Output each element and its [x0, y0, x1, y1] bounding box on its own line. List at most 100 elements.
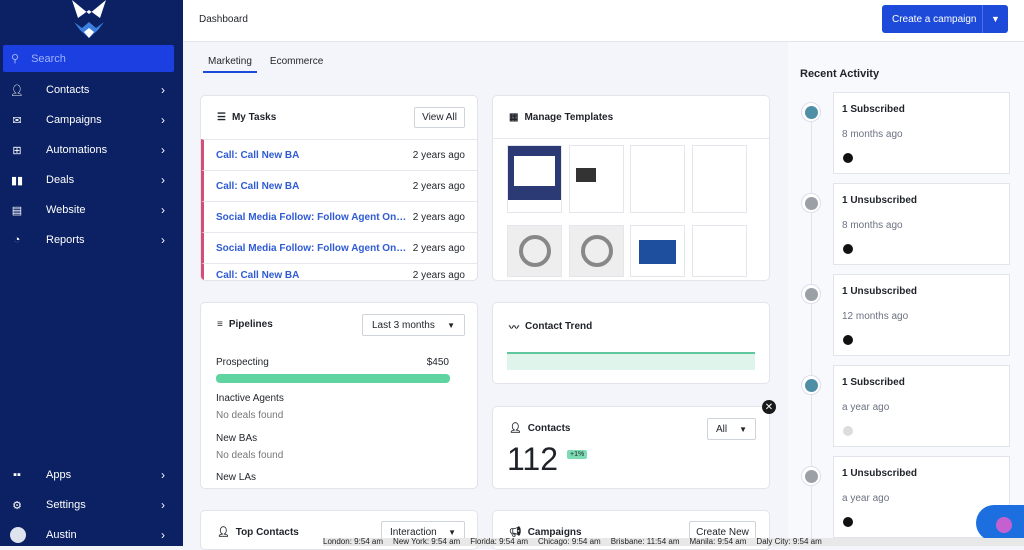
- card-title: Contact Trend: [525, 321, 593, 332]
- task-row[interactable]: Social Media Follow: Follow Agent On S..…: [201, 232, 477, 263]
- clock-item: New York: 9:54 am: [393, 538, 461, 546]
- card-title: Top Contacts: [235, 527, 299, 538]
- chevron-right-icon: ›: [161, 173, 165, 187]
- person-icon: 👤︎: [509, 423, 522, 434]
- task-row[interactable]: Call: Call New BA 2 years ago: [201, 170, 477, 201]
- task-link[interactable]: Social Media Follow: Follow Agent On S..…: [216, 243, 408, 254]
- task-time: 2 years ago: [412, 242, 465, 254]
- template-thumbnail[interactable]: [569, 145, 624, 213]
- task-link[interactable]: Social Media Follow: Follow Agent On S..…: [216, 212, 408, 223]
- activity-time: 8 months ago: [842, 220, 903, 231]
- chevron-right-icon: ›: [161, 233, 165, 247]
- sidebar-item-website[interactable]: ▤ Website ›: [0, 195, 183, 225]
- sidebar-item-automations[interactable]: ⊞ Automations ›: [0, 135, 183, 165]
- sidebar-item-deals[interactable]: ▮▮ Deals ›: [0, 165, 183, 195]
- card-title: Campaigns: [527, 527, 582, 538]
- task-time: 2 years ago: [412, 149, 465, 161]
- contacts-filter-select[interactable]: All ▼: [707, 418, 756, 440]
- template-thumbnail[interactable]: [507, 225, 562, 277]
- tab-ecommerce[interactable]: Ecommerce: [265, 56, 328, 73]
- activity-label: 1 Unsubscribed: [842, 468, 918, 479]
- create-campaign-button[interactable]: Create a campaign ▼: [882, 5, 1008, 33]
- card-title: My Tasks: [231, 112, 277, 123]
- task-row[interactable]: Call: Call New BA 2 years ago: [201, 139, 477, 170]
- contacts-count: 112: [507, 441, 559, 477]
- pipeline-empty: No deals found: [216, 410, 284, 421]
- search-button[interactable]: ⚲ Search: [3, 45, 174, 72]
- task-row[interactable]: Social Media Follow: Follow Agent On S..…: [201, 201, 477, 232]
- activity-label: 1 Subscribed: [842, 104, 905, 115]
- task-time: 2 years ago: [412, 270, 465, 281]
- task-link[interactable]: Call: Call New BA: [216, 150, 299, 161]
- pipeline-name[interactable]: Prospecting: [216, 357, 269, 368]
- sidebar: ⚲ Search 👤︎ Contacts › ✉ Campaigns › ⊞ Automat…: [0, 0, 183, 546]
- clock-item: Chicago: 9:54 am: [538, 538, 601, 546]
- pie-icon: ◔: [13, 234, 21, 246]
- activity-time: 8 months ago: [842, 129, 903, 140]
- website-icon: ▤: [11, 204, 23, 217]
- chevron-right-icon: ›: [161, 203, 165, 217]
- brand-logo[interactable]: [68, 0, 110, 40]
- view-all-button[interactable]: View All: [414, 107, 465, 128]
- activity-item[interactable]: 1 Subscribed a year ago: [833, 365, 1010, 447]
- template-thumbnail[interactable]: [569, 225, 624, 277]
- close-icon[interactable]: ✕: [762, 400, 776, 414]
- avatar: [843, 517, 853, 527]
- template-thumbnail[interactable]: [692, 145, 747, 213]
- task-link[interactable]: Call: Call New BA: [216, 270, 299, 280]
- page-title: Dashboard: [199, 14, 248, 25]
- change-badge: +1%: [567, 450, 588, 459]
- pipeline-empty: No deals found: [216, 450, 284, 461]
- chat-widget-button[interactable]: [976, 505, 1024, 541]
- avatar: [10, 527, 26, 543]
- person-icon: 👤︎: [10, 84, 24, 97]
- panel-title: Recent Activity: [800, 68, 880, 80]
- task-row[interactable]: Call: Call New BA 2 years ago: [201, 263, 477, 281]
- contact-trend-card: 〰 Contact Trend: [492, 302, 770, 384]
- nav-label: Austin: [46, 529, 77, 541]
- chevron-down-icon[interactable]: ▼: [982, 5, 1008, 33]
- nav-label: Apps: [46, 469, 72, 481]
- pipelines-card: ≡ Pipelines Last 3 months ▼ Prospecting $4…: [200, 302, 478, 489]
- pipeline-name[interactable]: Inactive Agents: [216, 393, 284, 404]
- nav-label: Reports: [46, 234, 85, 246]
- clock-item: Daly City: 9:54 am: [756, 538, 822, 546]
- template-thumbnail[interactable]: [630, 225, 685, 277]
- template-thumbnail[interactable]: [630, 145, 685, 213]
- clock-item: London: 9:54 am: [323, 538, 384, 546]
- pipeline-name[interactable]: New BAs: [216, 433, 257, 444]
- sidebar-item-campaigns[interactable]: ✉ Campaigns ›: [0, 105, 183, 135]
- template-thumbnail[interactable]: [507, 145, 562, 213]
- chevron-right-icon: ›: [161, 113, 165, 127]
- deals-icon: ▮▮: [10, 174, 24, 187]
- activity-label: 1 Subscribed: [842, 377, 905, 388]
- mail-icon: ✉: [12, 114, 22, 127]
- task-link[interactable]: Call: Call New BA: [216, 181, 299, 192]
- activity-label: 1 Unsubscribed: [842, 195, 918, 206]
- activity-label: 1 Unsubscribed: [842, 286, 918, 297]
- chevron-right-icon: ›: [161, 83, 165, 97]
- activity-item[interactable]: 1 Unsubscribed 8 months ago: [833, 183, 1010, 265]
- activity-time: a year ago: [842, 402, 890, 413]
- template-thumbnail[interactable]: [692, 225, 747, 277]
- activity-item[interactable]: 1 Subscribed 8 months ago: [833, 92, 1010, 174]
- activity-item[interactable]: 1 Unsubscribed 12 months ago: [833, 274, 1010, 356]
- pipeline-filter-select[interactable]: Last 3 months ▼: [362, 314, 465, 336]
- chevron-right-icon: ›: [161, 143, 165, 157]
- list-icon: ☰: [217, 112, 226, 123]
- clock-icon: [580, 235, 613, 267]
- clock-item: Brisbane: 11:54 am: [610, 538, 680, 546]
- sidebar-item-settings[interactable]: ⚙ Settings ›: [0, 490, 183, 520]
- sidebar-item-contacts[interactable]: 👤︎ Contacts ›: [0, 75, 183, 105]
- sidebar-item-apps[interactable]: ▪▪ Apps ›: [0, 460, 183, 490]
- sidebar-item-reports[interactable]: ◔ Reports ›: [0, 225, 183, 255]
- filter-value: All: [716, 423, 728, 435]
- clock-item: Manila: 9:54 am: [689, 538, 747, 546]
- unsubscribed-icon: [801, 284, 821, 304]
- caret-down-icon: ▼: [448, 527, 456, 537]
- tab-marketing[interactable]: Marketing: [203, 56, 257, 73]
- avatar: [843, 153, 853, 163]
- person-icon: 👤︎: [217, 527, 230, 538]
- filter-value: Interaction: [390, 526, 437, 538]
- pipeline-name[interactable]: New LAs: [216, 472, 256, 483]
